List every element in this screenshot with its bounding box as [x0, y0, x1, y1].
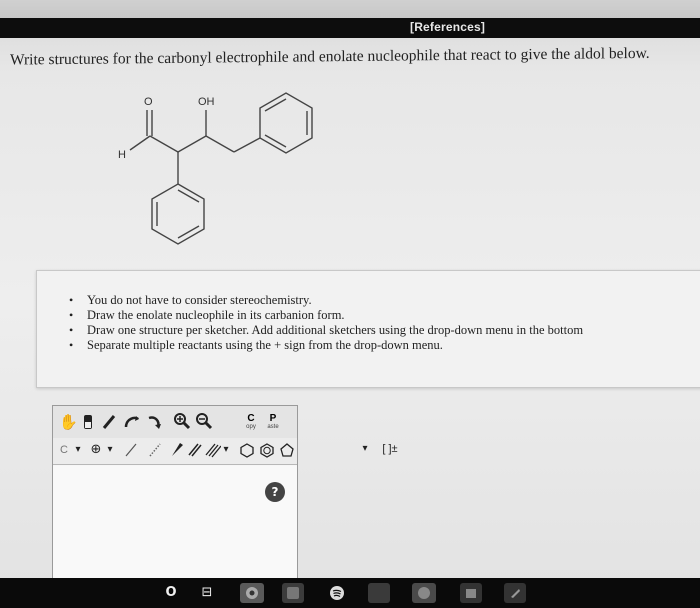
bond-dropdown-icon[interactable]: ▾ [221, 441, 231, 459]
page: [References] Write structures for the ca… [0, 0, 700, 608]
cyclohexane-icon[interactable] [239, 441, 255, 463]
hydroxyl-label: OH [198, 96, 215, 108]
ring-dropdown-icon[interactable]: ▾ [360, 440, 370, 458]
app-file-icon[interactable] [460, 583, 482, 603]
instruction-item: Separate multiple reactants using the + … [69, 338, 700, 353]
triple-bond-icon[interactable] [205, 441, 222, 463]
app-tool-icon[interactable] [504, 583, 526, 603]
eraser-icon[interactable] [81, 413, 95, 435]
carbon-atom-tool[interactable]: C [59, 441, 69, 459]
cyclopentane-icon[interactable] [279, 441, 295, 463]
zoom-out-icon[interactable] [195, 412, 213, 434]
double-bond-icon[interactable] [187, 441, 203, 463]
charge-plus-icon[interactable]: ⊕ [89, 441, 103, 459]
copy-label-rest: opy [246, 424, 256, 430]
help-icon[interactable]: ? [265, 482, 285, 502]
hashed-bond-icon[interactable] [147, 441, 163, 463]
zoom-in-icon[interactable] [173, 412, 191, 434]
app-spotify-icon[interactable] [326, 583, 348, 603]
paste-label-initial: P [269, 413, 277, 424]
instructions-list: You do not have to consider stereochemis… [37, 271, 700, 353]
copy-label-initial: C [247, 413, 255, 424]
question-text: Write structures for the carbonyl electr… [10, 44, 650, 69]
aldol-structure-drawing: O OH H [118, 92, 313, 245]
taskbar: O ⊟ [0, 578, 700, 608]
aldol-structure: O OH H [100, 88, 340, 258]
structure-sketcher: ✋ C opy P aste C ▾ ⊕ ▾ ▾ ? [52, 405, 298, 602]
sketcher-toolbar-top: ✋ C opy P aste [53, 406, 297, 439]
sketcher-toolbar-bottom: C ▾ ⊕ ▾ ▾ [53, 438, 297, 465]
benzene-icon[interactable] [259, 441, 275, 463]
references-bar: [References] [0, 18, 700, 38]
copy-button[interactable]: C opy [243, 414, 259, 431]
instruction-item: You do not have to consider stereochemis… [69, 293, 700, 308]
search-icon[interactable]: O [162, 583, 180, 603]
instruction-item: Draw one structure per sketcher. Add add… [69, 323, 700, 338]
top-strip [0, 0, 700, 18]
references-link[interactable]: [References] [410, 20, 485, 34]
carbon-dropdown-icon[interactable]: ▾ [73, 441, 83, 459]
charge-dropdown-icon[interactable]: ▾ [105, 441, 115, 459]
aldehyde-hydrogen-label: H [118, 149, 126, 161]
lasso-icon[interactable] [123, 413, 141, 435]
paste-label-rest: aste [267, 424, 279, 430]
hand-icon[interactable]: ✋ [59, 413, 78, 431]
bracket-tool[interactable]: [ ]± [378, 440, 402, 458]
rotate-icon[interactable] [145, 413, 163, 435]
single-bond-icon[interactable] [123, 441, 139, 463]
wedge-bond-icon[interactable] [169, 441, 185, 463]
carbonyl-oxygen-label: O [144, 96, 153, 108]
app-word-icon[interactable] [282, 583, 304, 603]
paste-button[interactable]: P aste [265, 414, 281, 431]
task-view-icon[interactable]: ⊟ [198, 583, 216, 603]
app-chrome-icon[interactable] [240, 583, 264, 603]
pencil-icon[interactable] [101, 413, 117, 435]
app-powerpoint-icon[interactable] [412, 583, 436, 603]
instruction-item: Draw the enolate nucleophile in its carb… [69, 308, 700, 323]
instructions-panel: You do not have to consider stereochemis… [36, 270, 700, 388]
app-notes-icon[interactable] [368, 583, 390, 603]
